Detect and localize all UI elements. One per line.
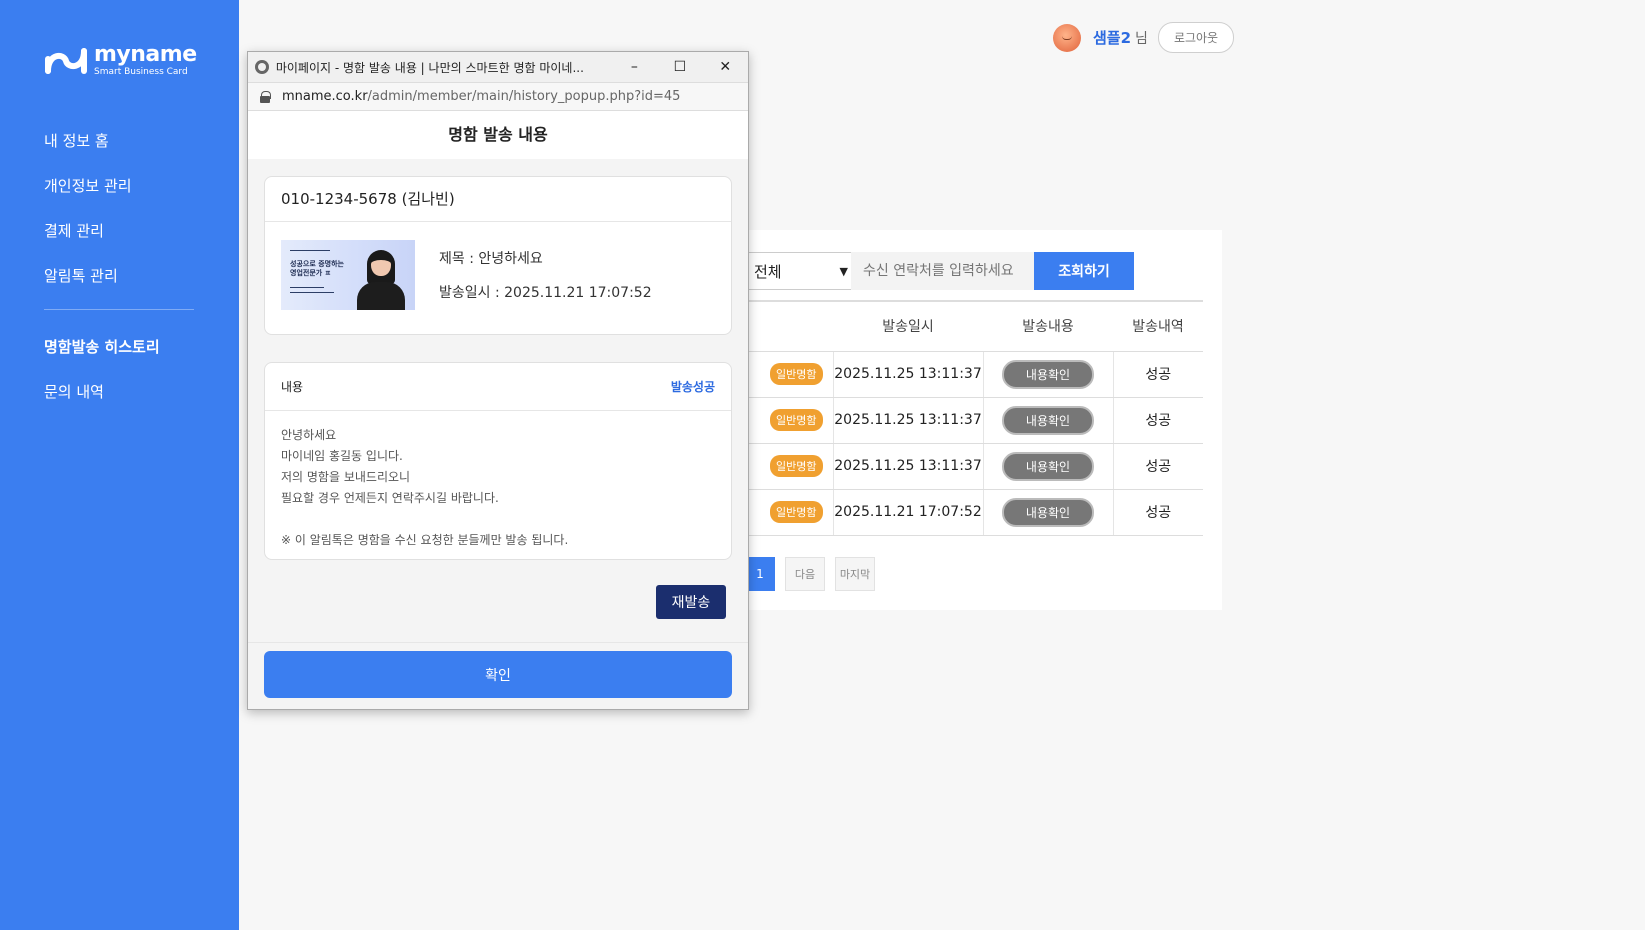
table-header-date: 발송일시: [833, 300, 983, 352]
row-result: 성공: [1112, 489, 1203, 536]
recipient-phone: 010-1234-5678 (김나빈): [265, 177, 731, 222]
logo-subtitle: Smart Business Card: [94, 67, 188, 77]
confirm-button[interactable]: 확인: [264, 651, 732, 698]
search-input[interactable]: [851, 252, 1034, 290]
row-date: 2025.11.25 13:11:37: [832, 397, 983, 444]
message-status: 발송성공: [670, 380, 715, 394]
logo-mark-icon: [45, 47, 87, 74]
message-line: 안녕하세요: [281, 428, 337, 442]
user-name: 샘플2: [1093, 29, 1132, 47]
sidebar: myname Smart Business Card 내 정보 홈 개인정보 관…: [0, 0, 239, 930]
globe-icon: [255, 60, 269, 74]
page-last-button[interactable]: 마지막: [835, 557, 875, 591]
maximize-icon[interactable]: ☐: [657, 52, 702, 83]
message-note: ※ 이 알림톡은 명함을 수신 요청한 분들께만 발송 됩니다.: [281, 533, 569, 547]
page-button-current[interactable]: 1: [745, 557, 775, 591]
message-body: 안녕하세요 마이네임 홍길동 입니다. 저의 명함을 보내드리오니 필요할 경우…: [265, 411, 731, 565]
thumb-text-line: 영업전문가 ㅍ: [290, 269, 332, 277]
row-date: 2025.11.25 13:11:37: [832, 351, 983, 398]
row-date: 2025.11.21 17:07:52: [832, 489, 983, 536]
page-next-button[interactable]: 다음: [785, 557, 825, 591]
type-badge: 일반명함: [770, 409, 823, 431]
card-subject: 제목 : 안녕하세요: [439, 251, 543, 267]
thumb-text-line: 성공으로 증명하는: [290, 260, 344, 268]
row-result: 성공: [1112, 397, 1203, 444]
sidebar-item-history[interactable]: 명함발송 히스토리: [44, 334, 194, 379]
message-line: 필요할 경우 언제든지 연락주시길 바랍니다.: [281, 491, 499, 505]
view-content-button[interactable]: 내용확인: [1001, 359, 1095, 389]
row-date: 2025.11.25 13:11:37: [832, 443, 983, 490]
logo[interactable]: myname Smart Business Card: [44, 44, 197, 77]
type-badge: 일반명함: [770, 455, 823, 477]
popup-window-title: 마이페이지 - 명함 발송 내용 | 나만의 스마트한 명함 마이네...: [275, 60, 584, 75]
popup-titlebar[interactable]: 마이페이지 - 명함 발송 내용 | 나만의 스마트한 명함 마이네... – …: [248, 52, 748, 83]
message-line: 마이네임 홍길동 입니다.: [281, 449, 403, 463]
popup-urlbar[interactable]: mname.co.kr/admin/member/main/history_po…: [248, 83, 748, 111]
pagination: 1 다음 마지막: [745, 557, 875, 591]
url-path: /admin/member/main/history_popup.php?id=…: [367, 89, 681, 104]
sidebar-nav: 내 정보 홈 개인정보 관리 결제 관리 알림톡 관리 명함발송 히스토리 문의…: [44, 128, 194, 424]
message-box: 내용 발송성공 안녕하세요 마이네임 홍길동 입니다. 저의 명함을 보내드리오…: [264, 362, 732, 560]
view-content-button[interactable]: 내용확인: [1001, 405, 1095, 435]
sidebar-divider: [44, 309, 194, 310]
message-line: [281, 509, 715, 530]
sidebar-item-alimtalk[interactable]: 알림톡 관리: [44, 263, 194, 308]
view-content-button[interactable]: 내용확인: [1001, 497, 1095, 527]
card-thumbnail: 성공으로 증명하는 영업전문가 ㅍ: [281, 240, 415, 310]
lock-icon: [260, 90, 271, 103]
filter-select-value: 전체: [754, 262, 782, 281]
card-info-box: 010-1234-5678 (김나빈) 성공으로 증명하는 영업전문가 ㅍ 제목…: [264, 176, 732, 335]
type-badge: 일반명함: [770, 501, 823, 523]
type-badge: 일반명함: [770, 363, 823, 385]
row-result: 성공: [1112, 351, 1203, 398]
table-header-content: 발송내용: [983, 300, 1113, 352]
popup-window: 마이페이지 - 명함 발송 내용 | 나만의 스마트한 명함 마이네... – …: [247, 51, 749, 710]
filter-select[interactable]: 전체 ▼: [743, 252, 859, 290]
row-result: 성공: [1112, 443, 1203, 490]
avatar: [1053, 23, 1081, 52]
message-label: 내용: [281, 380, 304, 394]
person-photo: [357, 248, 405, 310]
popup-heading: 명함 발송 내용: [248, 111, 748, 159]
confirm-area: 확인: [248, 642, 748, 709]
chevron-down-icon: ▼: [839, 264, 848, 278]
card-sent-at: 발송일시 : 2025.11.21 17:07:52: [439, 285, 652, 301]
sidebar-item-profile[interactable]: 개인정보 관리: [44, 173, 194, 218]
url-domain: mname.co.kr: [282, 89, 368, 104]
logout-button[interactable]: 로그아웃: [1157, 22, 1235, 53]
sidebar-item-home[interactable]: 내 정보 홈: [44, 128, 194, 173]
message-line: 저의 명함을 보내드리오니: [281, 470, 411, 484]
sidebar-item-inquiry[interactable]: 문의 내역: [44, 379, 194, 424]
table-header-result: 발송내역: [1113, 300, 1203, 352]
user-area: 샘플2 님 로그아웃: [1053, 22, 1235, 53]
sidebar-item-payment[interactable]: 결제 관리: [44, 218, 194, 263]
resend-button[interactable]: 재발송: [656, 585, 726, 619]
search-button[interactable]: 조회하기: [1034, 252, 1134, 290]
logo-name: myname: [94, 42, 197, 67]
user-suffix: 님: [1135, 30, 1148, 47]
view-content-button[interactable]: 내용확인: [1001, 451, 1095, 481]
close-icon[interactable]: ✕: [703, 52, 748, 83]
minimize-icon[interactable]: –: [612, 52, 657, 83]
